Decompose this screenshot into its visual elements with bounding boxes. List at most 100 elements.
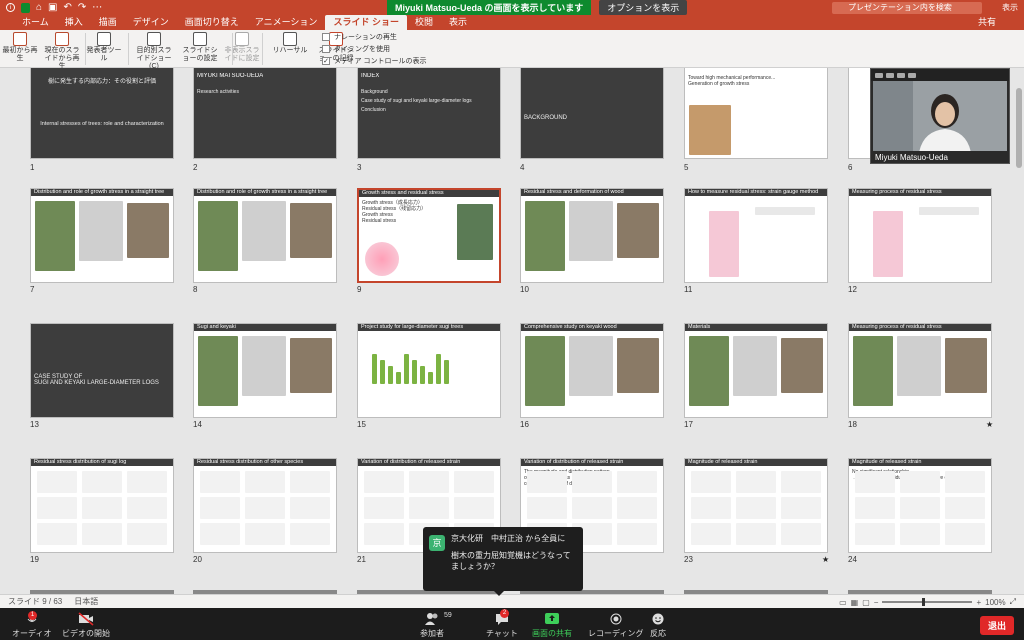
slide-thumbnail-3[interactable]: INDEX Background Case study of sugi and ke… bbox=[357, 68, 501, 159]
tab-4[interactable]: 画面切り替え bbox=[177, 15, 247, 30]
checkbox-option[interactable]: ✓ メディア コントロールの表示 bbox=[322, 56, 426, 66]
tab-3[interactable]: デザイン bbox=[125, 15, 177, 30]
record-button[interactable]: レコーディング bbox=[588, 612, 643, 639]
slide-graphic bbox=[781, 338, 823, 393]
slide-thumbnail-20[interactable]: Residual stress distribution of other sp… bbox=[193, 458, 337, 553]
start-video-button[interactable]: ビデオの開始 bbox=[62, 612, 110, 639]
custom-show-button[interactable]: 目的別スライドショー(C) bbox=[134, 32, 174, 71]
participants-button[interactable]: 参加者 bbox=[420, 612, 444, 639]
slide-graphic bbox=[569, 336, 613, 396]
view-label[interactable]: 表示 bbox=[1002, 2, 1018, 13]
checkbox[interactable]: ✓ bbox=[322, 57, 330, 65]
slide-thumbnail-2[interactable]: MIYUKI MATSUO-UEDA Research activities bbox=[193, 68, 337, 159]
video-layout-controls[interactable] bbox=[871, 69, 1009, 81]
view-options-button[interactable]: オプションを表示 bbox=[599, 0, 688, 15]
slide-thumbnail-1[interactable]: 樹に発生する内部応力：その役割と評価 Internal stresses of t… bbox=[30, 68, 174, 159]
slide-graphic bbox=[781, 523, 821, 545]
tab-8[interactable]: 表示 bbox=[441, 15, 475, 30]
video-camera-off-icon bbox=[78, 612, 94, 626]
slide-thumbnail-17[interactable]: Materials bbox=[684, 323, 828, 418]
tab-1[interactable]: 挿入 bbox=[57, 15, 91, 30]
slide-number: 2 bbox=[193, 163, 198, 172]
slide-title: How to measure residual stress: strain g… bbox=[685, 189, 827, 196]
leave-meeting-button[interactable]: 退出 bbox=[979, 616, 1014, 635]
slide-graphic bbox=[444, 360, 449, 384]
slide-graphic bbox=[245, 497, 285, 519]
slide-thumbnail-9[interactable]: Growth stress and residual stress Growth … bbox=[357, 188, 501, 283]
sorter-view-icon[interactable]: ▦ bbox=[851, 598, 859, 607]
slide-thumbnail-24[interactable]: Magnitude of released strainNo significa… bbox=[848, 458, 992, 553]
zoom-controls: ▭ ▦ ▢ − + 100% ⤢ bbox=[839, 595, 1016, 609]
slide-thumbnail-14[interactable]: Sugi and keyaki bbox=[193, 323, 337, 418]
slide-thumbnail-15[interactable]: Project study for large-diameter sugi tr… bbox=[357, 323, 501, 418]
hide-slide-button[interactable]: 非表示スライドに設定 bbox=[222, 32, 262, 63]
more-icon[interactable]: ⋯ bbox=[92, 2, 102, 13]
play-from-start-icon bbox=[13, 32, 27, 46]
slide-thumbnail-11[interactable]: How to measure residual stress: strain g… bbox=[684, 188, 828, 283]
undo-icon[interactable]: ↶ bbox=[64, 2, 72, 13]
slide-graphic bbox=[290, 203, 332, 258]
slide-number: 3 bbox=[357, 163, 362, 172]
tab-5[interactable]: アニメーション bbox=[247, 15, 326, 30]
tab-7[interactable]: 校閲 bbox=[407, 15, 441, 30]
slide-thumbnail-19[interactable]: Residual stress distribution of sugi log bbox=[30, 458, 174, 553]
stress-diagram bbox=[365, 242, 399, 276]
slide-thumbnail-16[interactable]: Comprehensive study on keyaki wood bbox=[520, 323, 664, 418]
slide-graphic bbox=[37, 523, 77, 545]
zoom-in-icon[interactable]: + bbox=[976, 598, 981, 607]
slide-thumbnail-23[interactable]: Magnitude of released strain bbox=[684, 458, 828, 553]
slide-thumbnail-13[interactable]: CASE STUDY OF SUGI AND KEYAKI LARGE-DIAME… bbox=[30, 323, 174, 418]
share-tab-button[interactable]: 共有 bbox=[978, 15, 996, 30]
slide-thumbnail-5[interactable]: Toward high mechanical performance... Gen… bbox=[684, 68, 828, 159]
play-from-current-button[interactable]: 現在のスライドから再生 bbox=[42, 32, 82, 71]
zoom-out-icon[interactable]: − bbox=[874, 598, 879, 607]
slide-graphic bbox=[855, 471, 895, 493]
slide-number: 17 bbox=[684, 420, 693, 429]
presenter-view-button[interactable]: 発表者ツール bbox=[84, 32, 124, 63]
chat-notification[interactable]: 京 京大化研 中村正治 から全員に 樹木の重力屈知覚機はどうなってましょうか？ bbox=[423, 527, 583, 591]
setup-show-button[interactable]: スライドショーの設定 bbox=[180, 32, 220, 63]
search-input[interactable]: プレゼンテーション内を検索 bbox=[832, 2, 982, 14]
speaker-video-panel[interactable]: Miyuki Matsuo-Ueda bbox=[870, 68, 1010, 164]
tab-6[interactable]: スライド ショー bbox=[325, 15, 407, 30]
slide-graphic bbox=[420, 366, 425, 384]
play-from-start-button[interactable]: 最初から再生 bbox=[0, 32, 40, 63]
security-shield-icon[interactable] bbox=[21, 2, 30, 13]
checkbox[interactable] bbox=[322, 33, 330, 41]
slide-text: 樹に発生する内部応力：その役割と評価 bbox=[47, 79, 156, 85]
slide-graphic bbox=[569, 201, 613, 261]
audio-label: オーディオ bbox=[12, 629, 52, 638]
checkbox[interactable] bbox=[322, 45, 330, 53]
tab-0[interactable]: ホーム bbox=[14, 15, 57, 30]
slide-graphic bbox=[127, 497, 167, 519]
scroll-thumb[interactable] bbox=[1016, 88, 1022, 168]
home-icon[interactable]: ⌂ bbox=[36, 2, 42, 13]
slide-graphic bbox=[380, 360, 385, 384]
slide-thumbnail-12[interactable]: Measuring process of residual stress bbox=[848, 188, 992, 283]
reactions-button[interactable]: 反応 bbox=[650, 612, 666, 639]
slide-thumbnail-7[interactable]: Distribution and role of growth stress i… bbox=[30, 188, 174, 283]
tab-2[interactable]: 描画 bbox=[91, 15, 125, 30]
checkbox-option[interactable]: タイミングを使用 bbox=[322, 44, 390, 54]
redo-icon[interactable]: ↷ bbox=[78, 2, 86, 13]
fit-icon[interactable]: ⤢ bbox=[1010, 597, 1016, 607]
zoom-info-icon[interactable]: i bbox=[6, 3, 15, 12]
slide-thumbnail-8[interactable]: Distribution and role of growth stress i… bbox=[193, 188, 337, 283]
normal-view-icon[interactable]: ▭ bbox=[839, 598, 847, 607]
slide-thumbnail-10[interactable]: Residual stress and deformation of wood bbox=[520, 188, 664, 283]
vertical-scrollbar[interactable] bbox=[1014, 68, 1024, 594]
slide-thumbnail-4[interactable]: BACKGROUND bbox=[520, 68, 664, 159]
slide-text: SUGI AND KEYAKI LARGE-DIAMETER LOGS bbox=[34, 380, 159, 386]
zoom-level[interactable]: 100% bbox=[985, 598, 1005, 607]
zoom-slider[interactable] bbox=[882, 598, 973, 606]
slide-title: Residual stress distribution of sugi log bbox=[31, 459, 173, 466]
language-indicator[interactable]: 日本語 bbox=[74, 596, 98, 607]
checkbox-option[interactable]: ナレーションの再生 bbox=[322, 32, 397, 42]
slide-graphic bbox=[127, 203, 169, 258]
reading-view-icon[interactable]: ▢ bbox=[862, 598, 870, 607]
share-screen-button[interactable]: 画面の共有 bbox=[532, 612, 572, 639]
slide-thumbnail-18[interactable]: Measuring process of residual stress bbox=[848, 323, 992, 418]
save-icon[interactable]: ▣ bbox=[48, 2, 57, 13]
checkbox-label: ナレーションの再生 bbox=[334, 34, 397, 41]
rehearse-button[interactable]: リハーサル bbox=[270, 32, 310, 55]
